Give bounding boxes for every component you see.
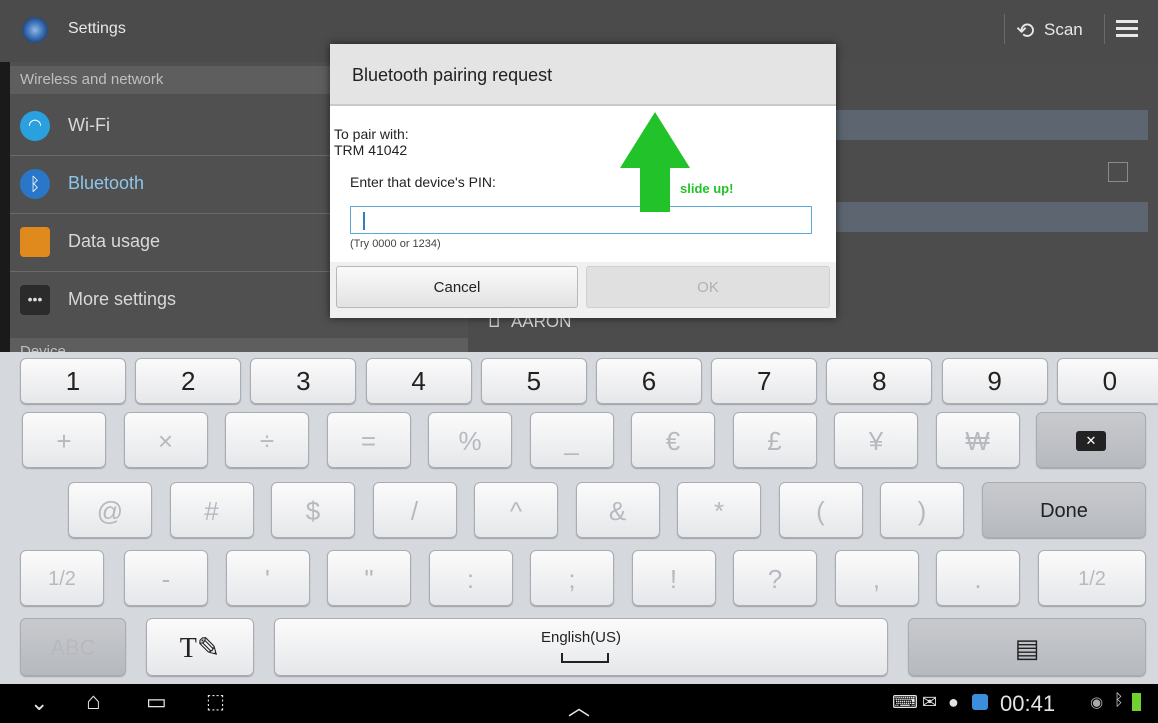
sidebar-item-label: Wi-Fi: [68, 115, 110, 135]
page-toggle-key[interactable]: 1/2: [20, 550, 104, 606]
visibility-icon: ◉: [1090, 694, 1104, 711]
key-7[interactable]: 7: [711, 358, 818, 404]
key-0[interactable]: 0: [1056, 358, 1158, 404]
scan-button[interactable]: ⟲ Scan: [1010, 10, 1100, 50]
detail-section-bar: [828, 202, 1148, 232]
ok-button[interactable]: OK: [586, 266, 830, 308]
key-5[interactable]: 5: [480, 358, 587, 404]
backspace-key[interactable]: ✕: [1036, 412, 1146, 468]
key-9[interactable]: 9: [941, 358, 1048, 404]
key-symbol[interactable]: €: [631, 412, 715, 468]
bluetooth-icon: ᛒ: [20, 169, 50, 199]
key-symbol[interactable]: !: [631, 550, 716, 606]
key-symbol[interactable]: _: [529, 412, 614, 468]
app-notification-icon: [972, 694, 988, 710]
key-4[interactable]: 4: [365, 358, 472, 404]
data-usage-icon: [20, 227, 50, 257]
key-symbol[interactable]: :: [428, 550, 513, 606]
key-symbol[interactable]: ': [225, 550, 310, 606]
key-symbol[interactable]: ÷: [225, 412, 309, 468]
key-symbol[interactable]: ^: [474, 482, 558, 538]
key-8[interactable]: 8: [826, 358, 933, 404]
sidebar-item-label: More settings: [68, 289, 177, 309]
recent-apps-icon[interactable]: ▭: [146, 689, 167, 715]
bluetooth-pairing-dialog: Bluetooth pairing request To pair with: …: [330, 44, 836, 318]
key-symbol[interactable]: -: [124, 550, 208, 606]
separator: [1104, 14, 1105, 44]
bluetooth-status-icon: ᛒ: [1114, 692, 1124, 709]
dialog-header: Bluetooth pairing request: [330, 44, 836, 106]
pin-prompt: Enter that device's PIN:: [350, 174, 496, 190]
key-symbol[interactable]: $: [271, 482, 355, 538]
key-symbol[interactable]: ×: [123, 412, 208, 468]
space-key[interactable]: English(US): [274, 618, 888, 676]
separator: [1004, 14, 1005, 44]
slide-up-arrow-icon: [620, 112, 690, 212]
text-tool-key[interactable]: T✎: [146, 618, 254, 676]
key-symbol[interactable]: ¥: [834, 412, 918, 468]
screenshot-icon[interactable]: ⬚: [206, 689, 225, 714]
key-2[interactable]: 2: [135, 358, 242, 404]
scan-label: Scan: [1044, 20, 1083, 39]
bluetooth-visibility-checkbox[interactable]: [1108, 162, 1128, 182]
cancel-button[interactable]: Cancel: [336, 266, 578, 308]
key-symbol[interactable]: %: [428, 412, 512, 468]
key-symbol[interactable]: ?: [733, 550, 817, 606]
text-edit-icon: T✎: [179, 633, 221, 664]
sidebar-item-label: Data usage: [68, 231, 161, 251]
dialog-title: Bluetooth pairing request: [352, 65, 553, 85]
backspace-icon: ✕: [1076, 431, 1106, 451]
text-cursor: [363, 212, 365, 230]
key-3[interactable]: 3: [250, 358, 357, 404]
keyboard-status-icon: ⌨: [892, 692, 918, 712]
talk-icon: ●: [948, 692, 959, 712]
battery-icon: [1132, 693, 1141, 711]
more-icon: •••: [20, 285, 50, 315]
hide-keyboard-icon[interactable]: ⌄: [30, 690, 48, 716]
key-symbol[interactable]: @: [68, 482, 152, 538]
key-symbol[interactable]: +: [22, 412, 106, 468]
settings-app-icon[interactable]: [22, 17, 48, 43]
mini-apps-arrow-icon[interactable]: ︿: [568, 690, 590, 722]
clipboard-icon: ▤: [1014, 633, 1040, 663]
key-symbol[interactable]: /: [372, 482, 457, 538]
device-id: TRM 41042: [334, 142, 408, 158]
pin-input[interactable]: [350, 206, 812, 234]
key-1[interactable]: 1: [20, 358, 126, 404]
abc-key[interactable]: ABC: [20, 618, 126, 676]
detail-header-bar: [828, 110, 1148, 140]
overflow-menu-icon[interactable]: [1116, 20, 1138, 38]
language-label: English(US): [540, 629, 622, 646]
home-icon[interactable]: ⌂: [86, 688, 101, 716]
key-symbol[interactable]: (: [778, 482, 863, 538]
key-symbol[interactable]: *: [677, 482, 761, 538]
clipboard-key[interactable]: ▤: [908, 618, 1146, 676]
done-key[interactable]: Done: [982, 482, 1146, 538]
key-symbol[interactable]: .: [936, 550, 1020, 606]
page-toggle-key[interactable]: 1/2: [1038, 550, 1146, 606]
clock: 00:41: [1000, 691, 1056, 716]
key-symbol[interactable]: &: [575, 482, 660, 538]
key-symbol[interactable]: ,: [834, 550, 919, 606]
key-symbol[interactable]: #: [169, 482, 254, 538]
key-symbol[interactable]: ;: [530, 550, 614, 606]
key-symbol[interactable]: ₩: [935, 412, 1020, 468]
key-symbol[interactable]: £: [732, 412, 817, 468]
mail-icon: ✉: [922, 692, 938, 712]
scan-icon: ⟲: [1016, 18, 1035, 43]
key-symbol[interactable]: ): [880, 482, 964, 538]
space-bar-icon: [561, 653, 609, 663]
key-6[interactable]: 6: [596, 358, 702, 404]
slide-up-annotation: slide up!: [680, 181, 734, 196]
key-symbol[interactable]: =: [326, 412, 411, 468]
app-title: Settings: [68, 20, 126, 37]
navigation-bar: ⌄ ⌂ ▭ ⬚ ︿ ⌨ ✉ ● 00:41 ◉ ᛒ: [0, 684, 1158, 723]
sidebar-item-label: Bluetooth: [68, 173, 145, 193]
wifi-icon: ◠: [20, 111, 50, 141]
pin-hint: (Try 0000 or 1234): [350, 238, 441, 250]
key-symbol[interactable]: ": [327, 550, 411, 606]
pair-with-label: To pair with:: [334, 126, 409, 142]
